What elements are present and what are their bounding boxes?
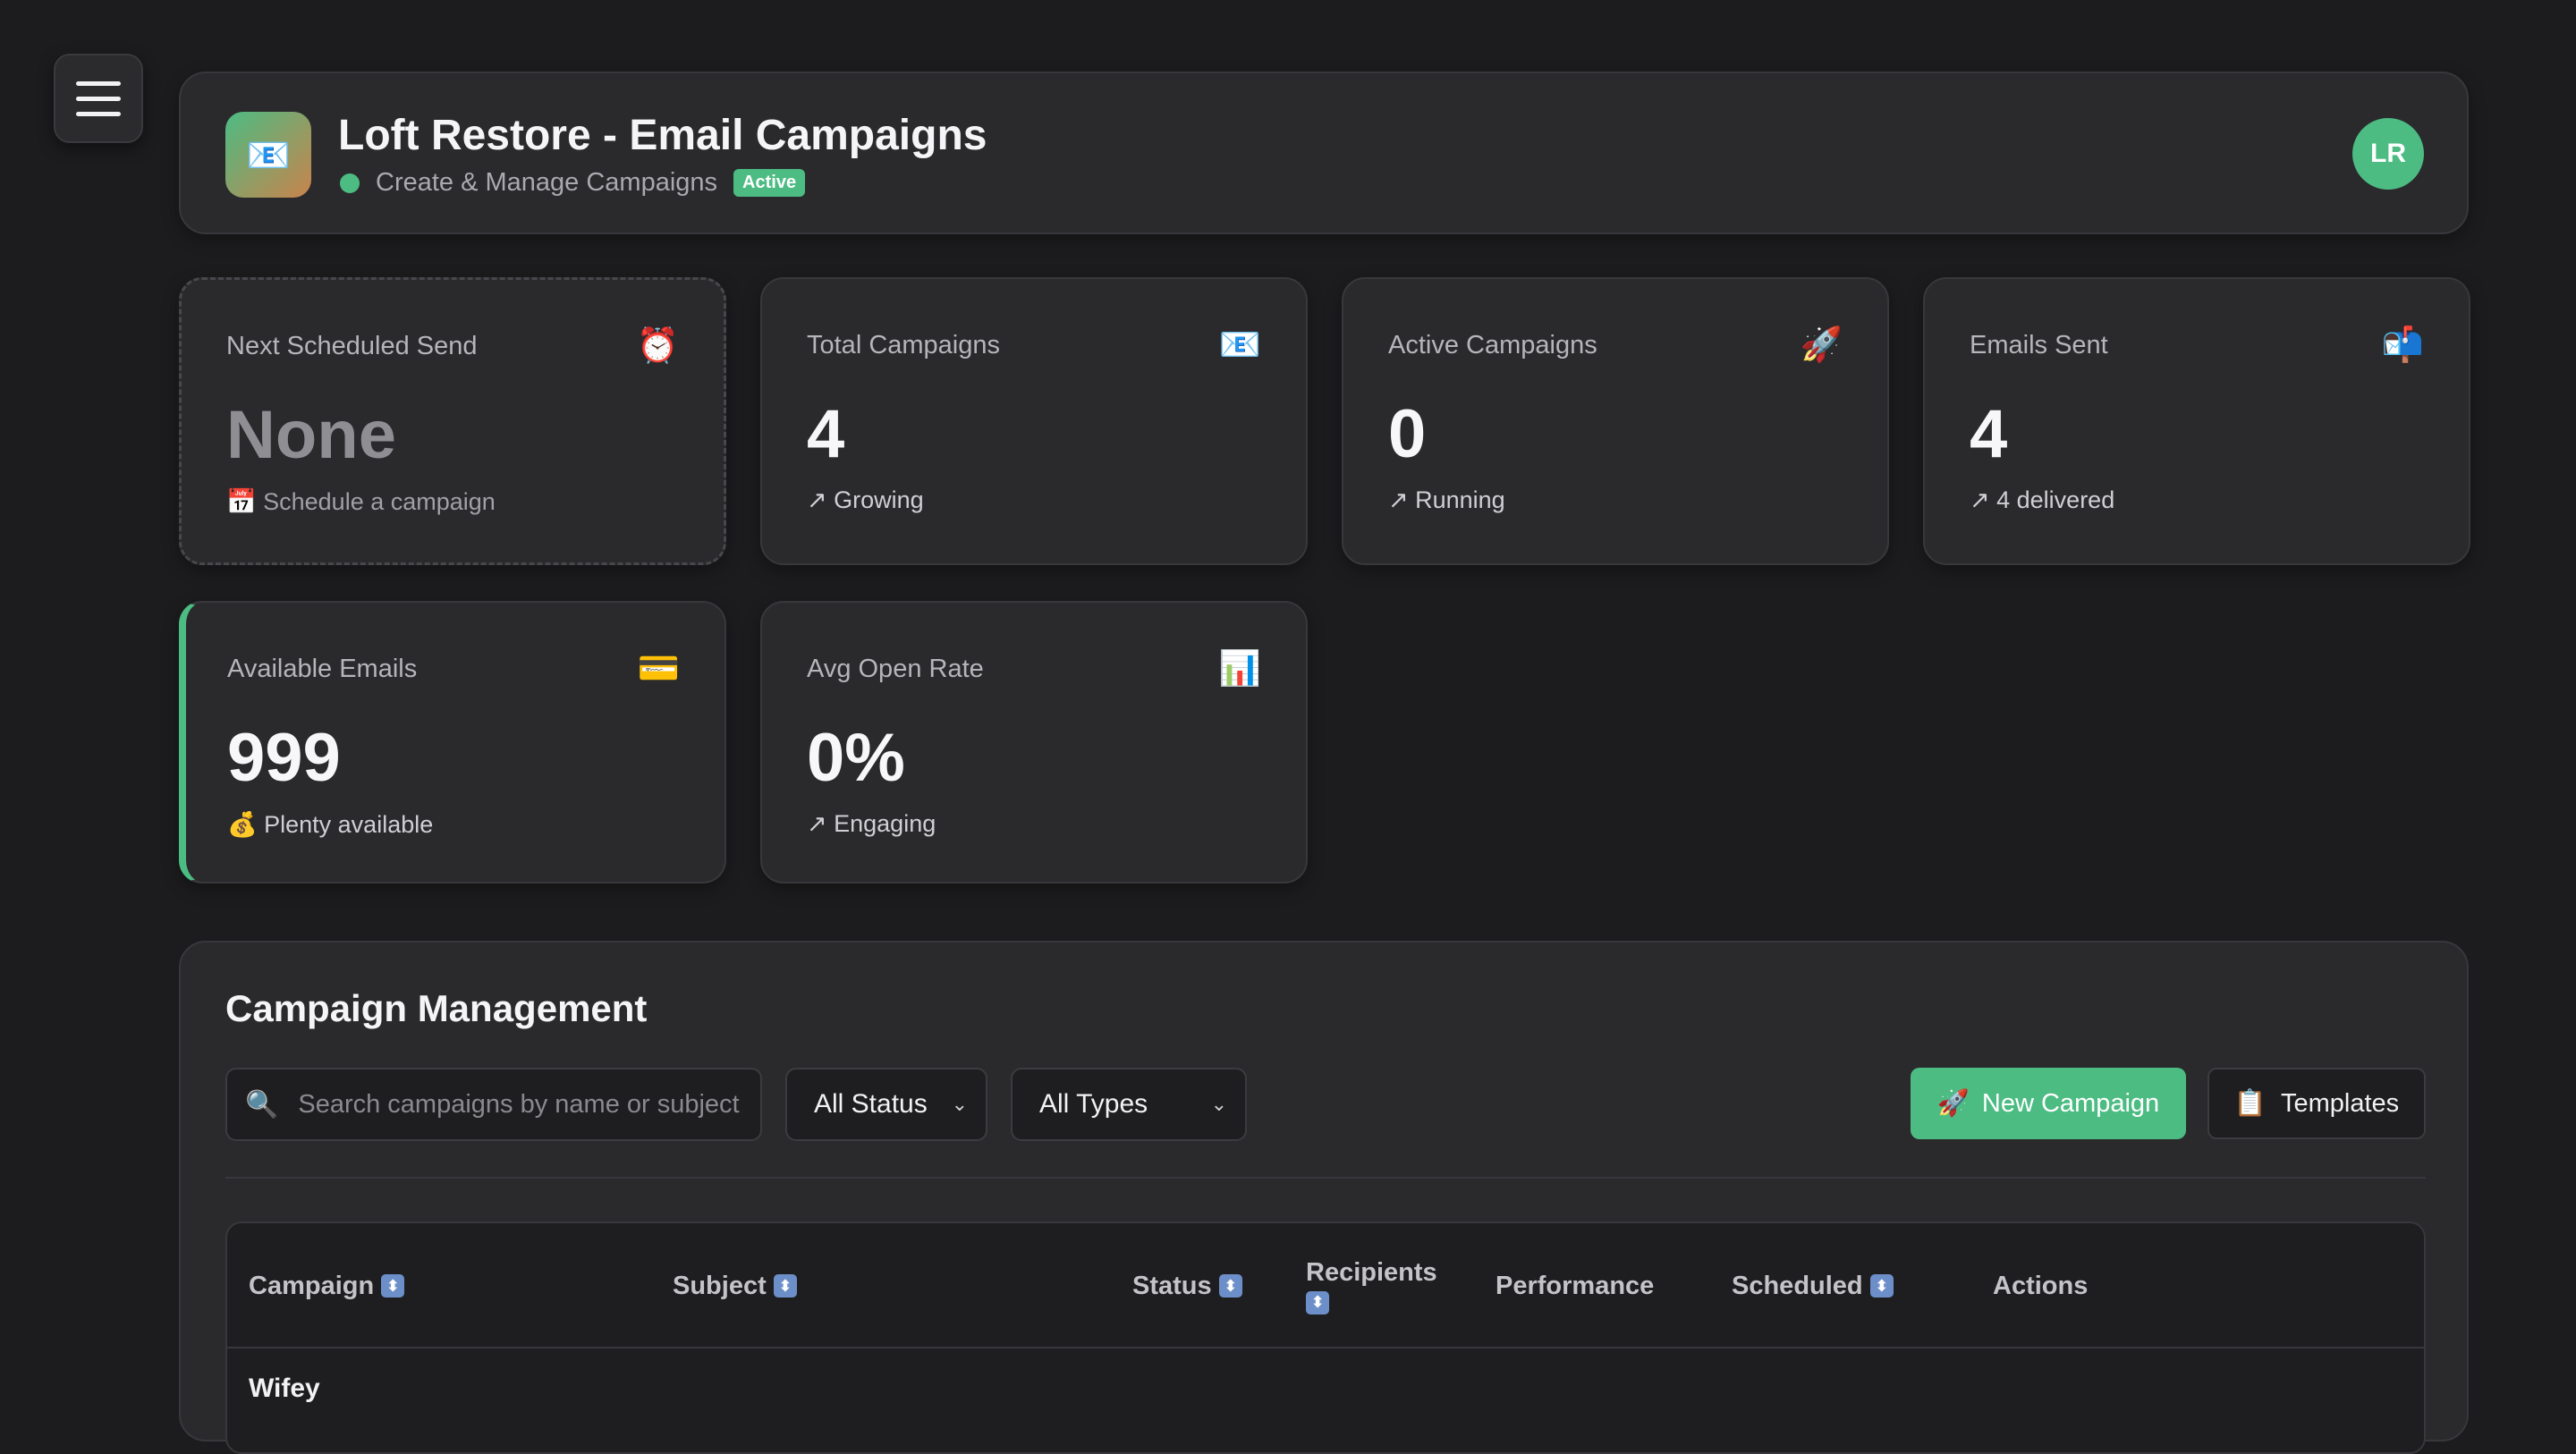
subtitle-text: Create & Manage Campaigns	[376, 168, 718, 197]
templates-label: Templates	[2280, 1088, 2400, 1118]
rocket-icon: 🚀	[1800, 326, 1843, 364]
column-header-recipients[interactable]: Recipients ⬍	[1306, 1223, 1437, 1348]
page-title: Loft Restore - Email Campaigns	[338, 112, 987, 159]
table-row-campaign-name[interactable]: Wifey	[249, 1374, 320, 1404]
stat-value: 0	[1388, 396, 1427, 472]
column-header-performance: Performance	[1496, 1271, 1655, 1300]
stat-footer: ↗ Running	[1388, 486, 1505, 513]
campaigns-table: Campaign ⬍ Subject ⬍ Status ⬍ Recipients…	[225, 1222, 2426, 1454]
column-header-actions: Actions	[1993, 1271, 2089, 1300]
new-campaign-button[interactable]: 🚀 New Campaign	[1911, 1068, 2186, 1139]
stat-footer: ↗ 4 delivered	[1970, 486, 2115, 513]
app-header: 📧 Loft Restore - Email Campaigns Create …	[179, 72, 2469, 234]
stat-card-available-emails: Available Emails 💳 999 💰 Plenty availabl…	[179, 601, 726, 883]
stat-value: 4	[807, 396, 845, 472]
stat-value: 999	[227, 720, 341, 796]
stat-footer: 💰 Plenty available	[227, 811, 434, 838]
menu-toggle-button[interactable]	[54, 54, 143, 143]
sort-icon[interactable]: ⬍	[1218, 1274, 1242, 1298]
stat-value: 4	[1970, 396, 2008, 472]
header-subtitle: Create & Manage Campaigns Active	[340, 168, 806, 198]
column-header-subject[interactable]: Subject ⬍	[673, 1223, 797, 1348]
stat-card-emails-sent: Emails Sent 📬 4 ↗ 4 delivered	[1923, 277, 2470, 565]
search-box[interactable]: 🔍	[225, 1068, 762, 1141]
hamburger-icon-line	[76, 96, 121, 101]
status-filter-value: All Status	[814, 1089, 928, 1119]
sort-icon[interactable]: ⬍	[773, 1274, 797, 1298]
clipboard-icon: 📋	[2233, 1089, 2267, 1118]
stat-value: 0%	[807, 720, 905, 796]
type-filter-select[interactable]: All Types ⌄	[1011, 1068, 1247, 1141]
search-icon: 🔍	[245, 1089, 279, 1120]
stat-label: Next Scheduled Send	[226, 332, 478, 360]
stat-label: Avg Open Rate	[807, 655, 984, 683]
sort-icon[interactable]: ⬍	[381, 1274, 405, 1298]
mailbox-icon: 📬	[2381, 326, 2424, 364]
new-campaign-label: New Campaign	[1981, 1088, 2160, 1118]
column-header-scheduled[interactable]: Scheduled ⬍	[1732, 1223, 1894, 1348]
stat-label: Active Campaigns	[1388, 331, 1597, 359]
status-badge: Active	[733, 169, 806, 197]
column-header-status[interactable]: Status ⬍	[1132, 1223, 1242, 1348]
table-header: Campaign ⬍ Subject ⬍ Status ⬍ Recipients…	[227, 1223, 2424, 1348]
stat-footer: 📅 Schedule a campaign	[226, 488, 496, 515]
rocket-icon: 🚀	[1936, 1089, 1970, 1118]
templates-button[interactable]: 📋 Templates	[2207, 1068, 2426, 1139]
status-filter-select[interactable]: All Status ⌄	[785, 1068, 987, 1141]
section-title: Campaign Management	[225, 987, 648, 1029]
chevron-down-icon: ⌄	[951, 1093, 968, 1115]
alarm-clock-icon: ⏰	[636, 327, 679, 365]
sort-icon[interactable]: ⬍	[1306, 1290, 1329, 1315]
stat-label: Emails Sent	[1970, 331, 2108, 359]
stat-card-next-scheduled-send[interactable]: Next Scheduled Send ⏰ None 📅 Schedule a …	[179, 277, 726, 565]
email-logo-icon: 📧	[225, 112, 311, 198]
stat-value: None	[226, 397, 396, 473]
stat-card-avg-open-rate: Avg Open Rate 📊 0% ↗ Engaging	[760, 601, 1308, 883]
email-icon: 📧	[1218, 326, 1261, 364]
bar-chart-icon: 📊	[1218, 650, 1261, 688]
hamburger-icon-line	[76, 80, 121, 86]
stat-label: Available Emails	[227, 655, 418, 683]
chevron-down-icon: ⌄	[1210, 1093, 1227, 1115]
credit-card-icon: 💳	[637, 650, 680, 688]
hamburger-icon-line	[76, 111, 121, 116]
column-header-campaign[interactable]: Campaign ⬍	[249, 1223, 405, 1348]
stat-footer: ↗ Engaging	[807, 810, 936, 837]
stat-card-total-campaigns: Total Campaigns 📧 4 ↗ Growing	[760, 277, 1308, 565]
stat-label: Total Campaigns	[807, 331, 1000, 359]
sort-icon[interactable]: ⬍	[1869, 1274, 1894, 1298]
divider	[225, 1177, 2426, 1179]
search-input[interactable]	[298, 1089, 746, 1120]
type-filter-value: All Types	[1039, 1089, 1148, 1119]
user-avatar[interactable]: LR	[2352, 118, 2424, 190]
campaign-management-panel: Campaign Management 🔍 All Status ⌄ All T…	[179, 941, 2469, 1454]
status-dot-icon	[340, 173, 360, 193]
stat-footer: ↗ Growing	[807, 486, 924, 513]
stat-card-active-campaigns: Active Campaigns 🚀 0 ↗ Running	[1342, 277, 1889, 565]
